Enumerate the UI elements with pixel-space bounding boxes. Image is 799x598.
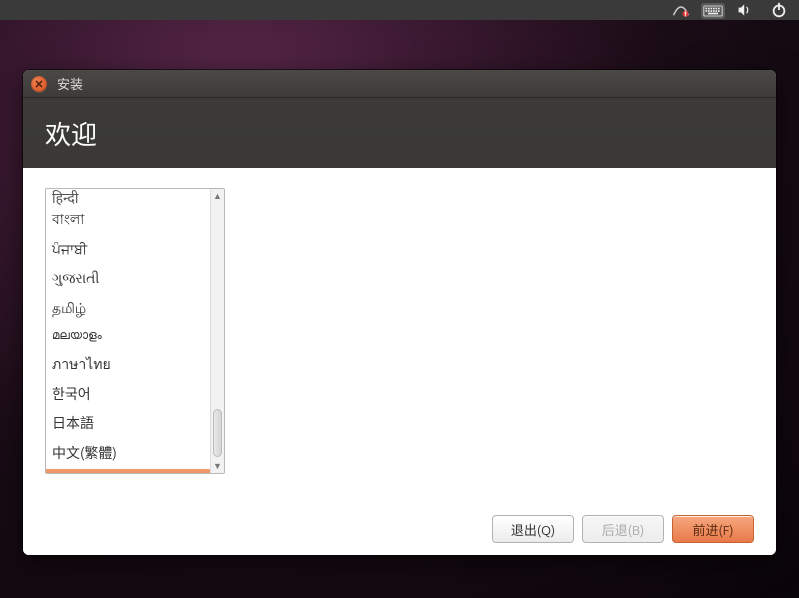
back-button: 后退(B) (582, 515, 664, 543)
list-item[interactable]: 日本語 (46, 409, 210, 439)
quit-button[interactable]: 退出(Q) (492, 515, 574, 543)
list-item[interactable]: ਪੰਜਾਬੀ (46, 235, 210, 265)
network-icon[interactable] (667, 0, 695, 20)
top-panel (0, 0, 799, 20)
page-heading: 欢迎 (45, 115, 97, 152)
list-item[interactable]: தமிழ் (46, 294, 210, 324)
list-item-selected[interactable]: 中文(简体) (46, 469, 210, 473)
close-button[interactable] (31, 76, 47, 92)
forward-button[interactable]: 前进(F) (672, 515, 754, 543)
sound-icon[interactable] (731, 0, 759, 20)
scrollbar[interactable]: ▲ ▼ (210, 189, 224, 473)
list-item[interactable]: 한국어 (46, 380, 210, 410)
installer-window: 安装 欢迎 हिन्दी বাংলা ਪੰਜਾਬੀ ગુજરાતી தமிழ் … (23, 70, 776, 555)
content-area: हिन्दी বাংলা ਪੰਜਾਬੀ ગુજરાતી தமிழ் മലയാളം… (23, 168, 776, 555)
list-item[interactable]: ગુજરાતી (46, 264, 210, 294)
scroll-thumb[interactable] (213, 409, 222, 457)
language-list-container: हिन्दी বাংলা ਪੰਜਾਬੀ ગુજરાતી தமிழ் മലയാളം… (45, 188, 225, 474)
keyboard-icon[interactable] (701, 3, 725, 19)
scroll-up-icon[interactable]: ▲ (211, 189, 224, 203)
list-item[interactable]: മലയാളം (46, 323, 210, 350)
scroll-down-icon[interactable]: ▼ (211, 459, 224, 473)
list-item[interactable]: ภาษาไทย (46, 350, 210, 380)
list-item[interactable]: বাংলা (46, 205, 210, 235)
list-item[interactable]: हिन्दी (46, 189, 210, 205)
footer-buttons: 退出(Q) 后退(B) 前进(F) (45, 503, 754, 543)
window-title: 安装 (57, 74, 83, 93)
titlebar[interactable]: 安装 (23, 70, 776, 98)
language-list[interactable]: हिन्दी বাংলা ਪੰਜਾਬੀ ગુજરાતી தமிழ் മലയാളം… (46, 189, 210, 473)
page-heading-bar: 欢迎 (23, 98, 776, 168)
power-icon[interactable] (765, 0, 793, 20)
list-item[interactable]: 中文(繁體) (46, 439, 210, 469)
